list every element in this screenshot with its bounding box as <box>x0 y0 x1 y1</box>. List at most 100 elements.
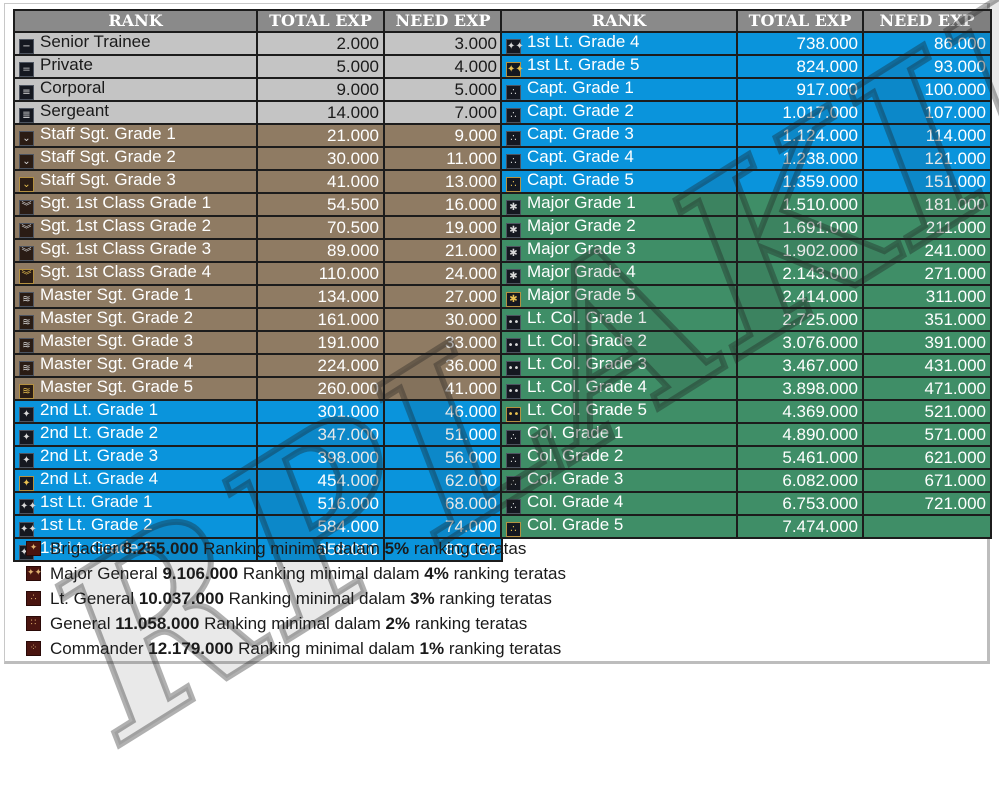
need-exp-cell: 30.000 <box>383 307 503 332</box>
table-row: ∴ Col. Grade 4 6.753.000 721.000 <box>500 491 992 516</box>
need-exp-cell: 351.000 <box>862 307 992 332</box>
chevron-2-icon: ︾ <box>19 200 34 214</box>
need-exp-cell: 46.000 <box>383 399 503 424</box>
header-rank: RANK <box>13 9 258 33</box>
rank-name: 2nd Lt. Grade 3 <box>40 446 159 465</box>
rank-table-left: RANK TOTAL EXP NEED EXP − Senior Trainee 2… <box>13 9 503 562</box>
need-exp-cell: 114.000 <box>862 123 992 148</box>
total-exp-cell: 824.000 <box>736 54 864 79</box>
rank-cell: ≣ Sergeant <box>13 100 258 125</box>
rank-name: Master Sgt. Grade 4 <box>40 354 194 373</box>
total-exp-cell: 1.510.000 <box>736 192 864 217</box>
star-3-icon: ∴ <box>506 108 521 122</box>
need-exp-cell: 241.000 <box>862 238 992 263</box>
rank-name: Staff Sgt. Grade 2 <box>40 147 176 166</box>
rank-cell: ✱ Major Grade 5 <box>500 284 738 309</box>
triple-dot-icon: ∴ <box>506 499 521 513</box>
total-exp-cell: 41.000 <box>256 169 385 194</box>
total-exp-cell: 110.000 <box>256 261 385 286</box>
table-row: ∴ Col. Grade 3 6.082.000 671.000 <box>500 468 992 493</box>
star-2-icon: ✦✦ <box>506 39 524 53</box>
table-row: ∴ Capt. Grade 5 1.359.000 151.000 <box>500 169 992 194</box>
general-rank-item: ∴ Lt. General 10.037.000 Ranking minimal … <box>26 586 566 611</box>
general-rank-item: ✦✦ Major General 9.106.000 Ranking minima… <box>26 561 566 586</box>
total-exp-cell: 191.000 <box>256 330 385 355</box>
table-row: ︾ Sgt. 1st Class Grade 4 110.000 24.000 <box>13 261 503 286</box>
rank-table-right: RANK TOTAL EXP NEED EXP ✦✦ 1st Lt. Grade … <box>500 9 992 539</box>
rank-name: Col. Grade 2 <box>527 446 624 465</box>
table-row: ✦ 2nd Lt. Grade 3 398.000 56.000 <box>13 445 503 470</box>
table-row: ︾ Sgt. 1st Class Grade 2 70.500 19.000 <box>13 215 503 240</box>
table-row: ⌄ Staff Sgt. Grade 3 41.000 13.000 <box>13 169 503 194</box>
table-row: ⌄ Staff Sgt. Grade 2 30.000 11.000 <box>13 146 503 171</box>
star-3-icon: ∴ <box>506 154 521 168</box>
rank-cell: ✱ Major Grade 4 <box>500 261 738 286</box>
general-rank-item: ∷ General 11.058.000 Ranking minimal dala… <box>26 611 566 636</box>
need-exp-cell: 56.000 <box>383 445 503 470</box>
total-exp-cell: 1.691.000 <box>736 215 864 240</box>
need-exp-cell: 431.000 <box>862 353 992 378</box>
rank-cell: ✦ 2nd Lt. Grade 3 <box>13 445 258 470</box>
rank-name: Capt. Grade 3 <box>527 124 634 143</box>
total-exp-cell: 3.467.000 <box>736 353 864 378</box>
rank-cell: ✦✦ 1st Lt. Grade 1 <box>13 491 258 516</box>
need-exp-cell: 36.000 <box>383 353 503 378</box>
general-requirement-text: Ranking minimal dalam <box>203 538 380 558</box>
table-row: ︾ Sgt. 1st Class Grade 3 89.000 21.000 <box>13 238 503 263</box>
rank-name: Col. Grade 1 <box>527 423 624 442</box>
general-requirement-suffix: ranking teratas <box>448 638 562 658</box>
need-exp-cell: 41.000 <box>383 376 503 401</box>
rank-cell: ︾ Sgt. 1st Class Grade 2 <box>13 215 258 240</box>
rank-cell: ∴ Col. Grade 2 <box>500 445 738 470</box>
need-exp-cell: 51.000 <box>383 422 503 447</box>
need-exp-cell: 571.000 <box>862 422 992 447</box>
star-1-gold-icon: ✦ <box>19 476 34 490</box>
general-rank-name: Commander <box>50 638 144 658</box>
rank-name: Sgt. 1st Class Grade 3 <box>40 239 212 258</box>
bar-1-icon: − <box>19 39 34 53</box>
general-rank-name: Lt. General <box>50 588 135 608</box>
rank-name: Master Sgt. Grade 5 <box>40 377 194 396</box>
rank-name: Major Grade 4 <box>527 262 636 281</box>
chevron-3-icon: ≋ <box>19 361 34 375</box>
table-row: ≋ Master Sgt. Grade 2 161.000 30.000 <box>13 307 503 332</box>
rank-name: Capt. Grade 4 <box>527 147 634 166</box>
header-row: RANK TOTAL EXP NEED EXP <box>500 9 992 33</box>
general-percent: 1% <box>419 638 445 658</box>
need-exp-cell: 62.000 <box>383 468 503 493</box>
sunburst-icon: ✱ <box>506 246 521 260</box>
rank-cell: ∴ Col. Grade 1 <box>500 422 738 447</box>
rank-name: Sgt. 1st Class Grade 1 <box>40 193 212 212</box>
total-exp-cell: 917.000 <box>736 77 864 102</box>
total-exp-cell: 89.000 <box>256 238 385 263</box>
table-row: ✦✦ 1st Lt. Grade 1 516.000 68.000 <box>13 491 503 516</box>
rank-name: Master Sgt. Grade 2 <box>40 308 194 327</box>
chevron-1-gold-icon: ⌄ <box>19 177 34 191</box>
need-exp-cell: 74.000 <box>383 514 503 539</box>
rank-name: Major Grade 3 <box>527 239 636 258</box>
sunburst-gold-icon: ✱ <box>506 292 521 306</box>
table-row: ∴ Capt. Grade 3 1.124.000 114.000 <box>500 123 992 148</box>
general-rank-item: ⁘ Commander 12.179.000 Ranking minimal da… <box>26 636 566 661</box>
table-row: •• Lt. Col. Grade 2 3.076.000 391.000 <box>500 330 992 355</box>
table-row: ⌄ Staff Sgt. Grade 1 21.000 9.000 <box>13 123 503 148</box>
rank-cell: ⌄ Staff Sgt. Grade 3 <box>13 169 258 194</box>
rank-name: Major Grade 2 <box>527 216 636 235</box>
general-exp: 9.106.000 <box>162 563 239 583</box>
general-requirement-suffix: ranking teratas <box>414 613 528 633</box>
total-exp-cell: 454.000 <box>256 468 385 493</box>
need-exp-cell: 33.000 <box>383 330 503 355</box>
need-exp-cell: 3.000 <box>383 31 503 56</box>
rank-cell: ∴ Capt. Grade 1 <box>500 77 738 102</box>
general-2-star-icon: ✦✦ <box>26 566 42 581</box>
chevron-1-icon: ⌄ <box>19 154 34 168</box>
rank-cell: ✦✦ 1st Lt. Grade 5 <box>500 54 738 79</box>
rank-cell: ✦✦ 1st Lt. Grade 4 <box>500 31 738 56</box>
chevron-3-icon: ≋ <box>19 315 34 329</box>
need-exp-cell: 391.000 <box>862 330 992 355</box>
table-row: •• Lt. Col. Grade 5 4.369.000 521.000 <box>500 399 992 424</box>
rank-cell: •• Lt. Col. Grade 5 <box>500 399 738 424</box>
rank-cell: ✱ Major Grade 1 <box>500 192 738 217</box>
general-percent: 5% <box>384 538 410 558</box>
general-rank-item: ✦ Brigadier 8.255.000 Ranking minimal dal… <box>26 536 566 561</box>
